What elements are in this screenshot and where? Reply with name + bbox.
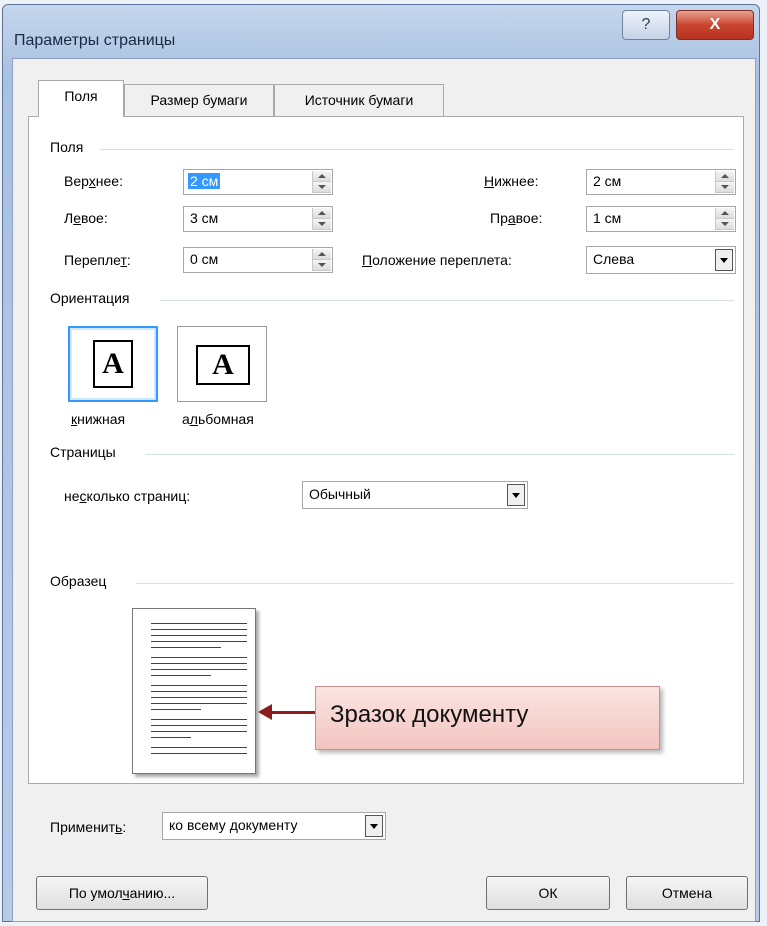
close-button[interactable]: X — [676, 10, 754, 40]
spin-up-icon[interactable] — [313, 171, 331, 182]
text-line — [151, 657, 247, 658]
apply-to-select[interactable]: ко всему документу — [162, 812, 386, 840]
text-line — [151, 719, 247, 720]
right-margin-spinner[interactable]: 1 см — [586, 206, 736, 232]
landscape-page-icon: A — [196, 345, 250, 385]
spin-down-icon[interactable] — [313, 219, 331, 230]
spinner-buttons[interactable] — [312, 208, 331, 230]
set-as-default-button[interactable]: По умолчанию... — [36, 876, 208, 910]
left-margin-spinner[interactable]: 3 см — [183, 206, 333, 232]
text-line — [151, 635, 247, 636]
bottom-margin-label: Нижнее: — [484, 173, 539, 189]
callout-text: Зразок документу — [330, 701, 529, 728]
text-line — [151, 663, 247, 664]
top-margin-label: Верхнее: — [64, 173, 123, 189]
apply-to-label: Применить: — [50, 819, 127, 835]
arrow-left-icon — [258, 704, 272, 720]
spinner-buttons[interactable] — [312, 249, 331, 271]
tab-paper-source[interactable]: Источник бумаги — [274, 84, 444, 116]
dropdown-arrow-icon[interactable] — [365, 815, 383, 837]
gutter-spinner[interactable]: 0 см — [183, 247, 333, 273]
top-margin-value: 2 см — [188, 173, 221, 189]
dropdown-arrow-icon[interactable] — [507, 484, 525, 506]
portrait-orientation-button[interactable]: A — [68, 326, 158, 402]
dialog-title: Параметры страницы — [14, 32, 176, 49]
callout-box: Зразок документу — [315, 686, 660, 750]
landscape-orientation-button[interactable]: A — [177, 326, 267, 402]
preview-group-label: Образец — [50, 573, 113, 589]
bottom-margin-value: 2 см — [593, 173, 622, 189]
multiple-pages-label: несколько страниц: — [64, 488, 191, 504]
text-line — [151, 709, 201, 710]
spin-down-icon[interactable] — [716, 219, 734, 230]
gutter-position-value: Слева — [593, 251, 635, 267]
spin-up-icon[interactable] — [716, 208, 734, 219]
left-margin-value: 3 см — [190, 210, 219, 226]
spin-down-icon[interactable] — [716, 182, 734, 193]
text-line — [151, 669, 247, 670]
left-margin-label: Левое: — [64, 210, 108, 226]
spin-up-icon[interactable] — [313, 208, 331, 219]
spinner-buttons[interactable] — [715, 171, 734, 193]
dropdown-arrow-icon[interactable] — [715, 249, 733, 271]
spin-up-icon[interactable] — [716, 171, 734, 182]
spinner-buttons[interactable] — [312, 171, 331, 193]
gutter-position-select[interactable]: Слева — [586, 246, 736, 274]
gutter-position-label: Положение переплета: — [362, 252, 512, 268]
sample-page-preview — [132, 608, 256, 774]
text-line — [151, 731, 247, 732]
multiple-pages-select[interactable]: Обычный — [302, 481, 528, 509]
text-line — [151, 725, 247, 726]
text-line — [151, 697, 247, 698]
callout-arrow — [270, 711, 316, 714]
spinner-buttons[interactable] — [715, 208, 734, 230]
text-line — [151, 737, 191, 738]
spin-up-icon[interactable] — [313, 249, 331, 260]
pages-group-label: Страницы — [50, 444, 122, 460]
bottom-margin-spinner[interactable]: 2 см — [586, 169, 736, 195]
text-line — [151, 747, 247, 748]
text-line — [151, 641, 247, 642]
spin-down-icon[interactable] — [313, 260, 331, 271]
landscape-label: альбомная — [182, 411, 254, 427]
tab-margins[interactable]: Поля — [38, 80, 124, 117]
margins-group-label: Поля — [50, 139, 90, 155]
text-line — [151, 675, 211, 676]
group-divider — [146, 454, 734, 455]
group-divider — [160, 300, 734, 301]
text-line — [151, 685, 247, 686]
apply-to-value: ко всему документу — [169, 817, 298, 833]
spin-down-icon[interactable] — [313, 182, 331, 193]
orientation-group-label: Ориентация — [50, 290, 136, 306]
text-line — [151, 623, 247, 624]
help-button[interactable]: ? — [622, 10, 670, 40]
gutter-value: 0 см — [190, 251, 219, 267]
portrait-page-icon: A — [93, 340, 133, 388]
ok-button[interactable]: ОК — [486, 876, 610, 910]
text-line — [151, 753, 247, 754]
group-divider — [100, 149, 734, 150]
tab-paper-size[interactable]: Размер бумаги — [124, 84, 274, 116]
portrait-label: книжная — [71, 411, 126, 427]
group-divider — [136, 583, 734, 584]
text-line — [151, 703, 247, 704]
text-line — [151, 691, 247, 692]
cancel-button[interactable]: Отмена — [626, 876, 748, 910]
text-line — [151, 647, 221, 648]
right-margin-label: Правое: — [490, 210, 543, 226]
text-line — [151, 629, 247, 630]
gutter-label: Переплет: — [64, 252, 131, 268]
multiple-pages-value: Обычный — [309, 486, 371, 502]
top-margin-spinner[interactable]: 2 см — [183, 169, 333, 195]
right-margin-value: 1 см — [593, 210, 622, 226]
